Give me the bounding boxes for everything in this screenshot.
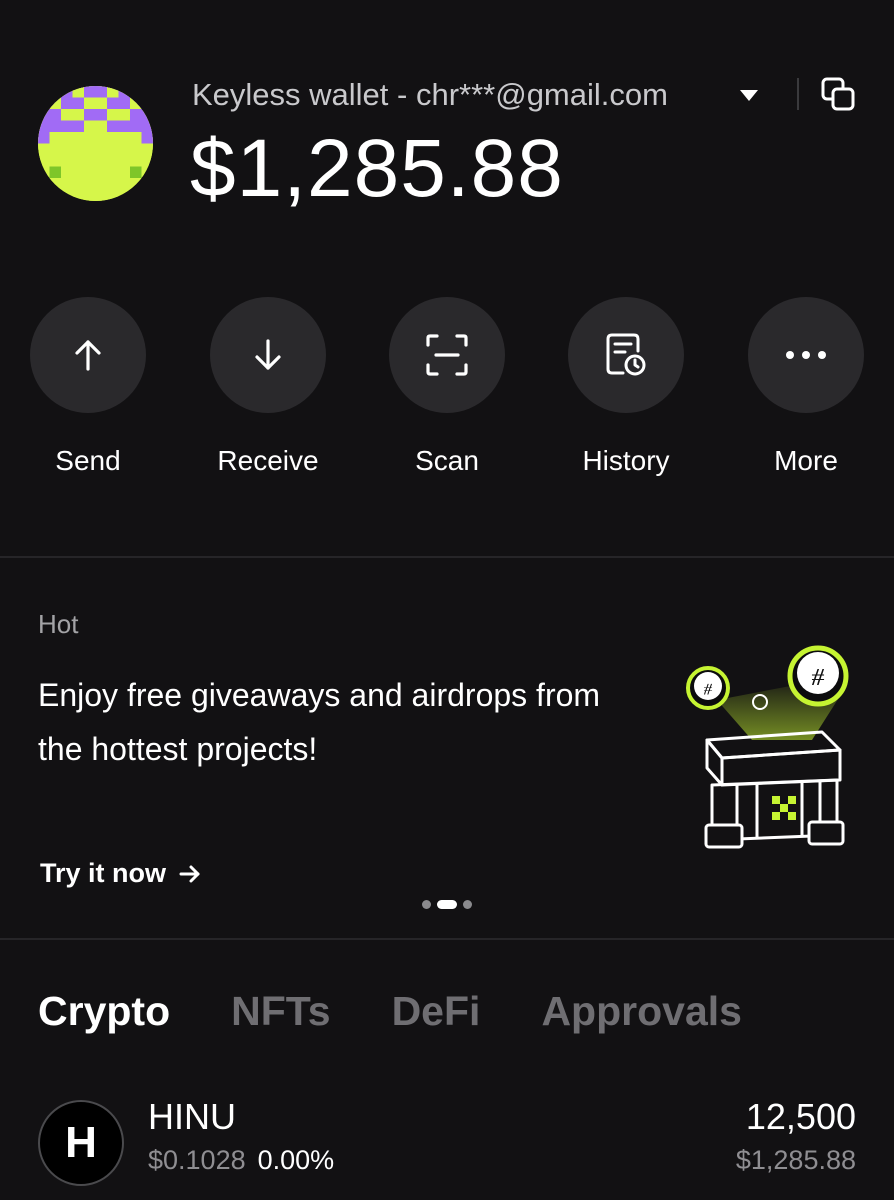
banner-tag: Hot (38, 609, 79, 639)
try-it-now-label: Try it now (40, 858, 167, 888)
history-label: History (582, 445, 670, 476)
token-value: $1,285.88 (735, 1145, 856, 1175)
header-divider (797, 78, 799, 110)
more-icon (786, 351, 826, 359)
arrow-right-icon (179, 865, 200, 882)
tab-nfts[interactable]: NFTs (231, 988, 330, 1035)
total-balance: $1,285.88 (190, 123, 564, 214)
section-divider (0, 938, 894, 940)
send-button[interactable]: Send (8, 297, 168, 477)
carousel-dot[interactable] (422, 900, 431, 909)
copy-icon[interactable] (820, 76, 856, 112)
asset-tabs: Crypto NFTs DeFi Approvals (38, 988, 803, 1035)
history-button-circle[interactable] (568, 297, 684, 413)
send-label: Send (55, 445, 121, 476)
wallet-name: Keyless wallet - chr***@gmail.com (192, 77, 668, 112)
avatar[interactable] (38, 86, 153, 201)
receive-button-circle[interactable] (210, 297, 326, 413)
token-change: 0.00% (257, 1145, 335, 1175)
arrow-down-icon (255, 339, 281, 370)
more-label: More (774, 445, 838, 476)
token-price-row: $0.1028 0.00% (148, 1145, 334, 1176)
scan-label: Scan (415, 445, 479, 476)
token-price: $0.1028 (148, 1145, 246, 1175)
scan-button[interactable]: Scan (367, 297, 527, 477)
receive-button[interactable]: Receive (188, 297, 348, 477)
more-button[interactable]: More (726, 297, 886, 477)
wallet-selector[interactable]: Keyless wallet - chr***@gmail.com (192, 72, 712, 118)
tab-approvals[interactable]: Approvals (541, 988, 742, 1035)
arrow-up-icon (75, 340, 101, 371)
history-button[interactable]: History (546, 297, 706, 477)
send-button-circle[interactable] (30, 297, 146, 413)
token-name: HINU (148, 1096, 236, 1137)
history-icon (606, 333, 646, 376)
receive-label: Receive (217, 445, 319, 476)
svg-text:⧣: ⧣ (811, 661, 825, 689)
carousel-dot-active[interactable] (437, 900, 457, 909)
carousel-dot[interactable] (463, 900, 472, 909)
banner-title: Enjoy free giveaways and airdrops from t… (38, 677, 601, 767)
caret-down-icon[interactable] (738, 85, 760, 105)
svg-text:⧣: ⧣ (703, 678, 712, 697)
treasure-box-illustration: ⧣ ⧣ (672, 640, 862, 860)
more-button-circle[interactable] (748, 297, 864, 413)
scan-icon (426, 334, 468, 376)
token-logo: H (38, 1100, 124, 1186)
token-amount: 12,500 (745, 1096, 856, 1137)
carousel-indicator (422, 900, 472, 909)
try-it-now-link[interactable]: Try it now (40, 858, 202, 889)
tab-defi[interactable]: DeFi (392, 988, 481, 1035)
scan-button-circle[interactable] (389, 297, 505, 413)
tab-crypto[interactable]: Crypto (38, 988, 170, 1035)
